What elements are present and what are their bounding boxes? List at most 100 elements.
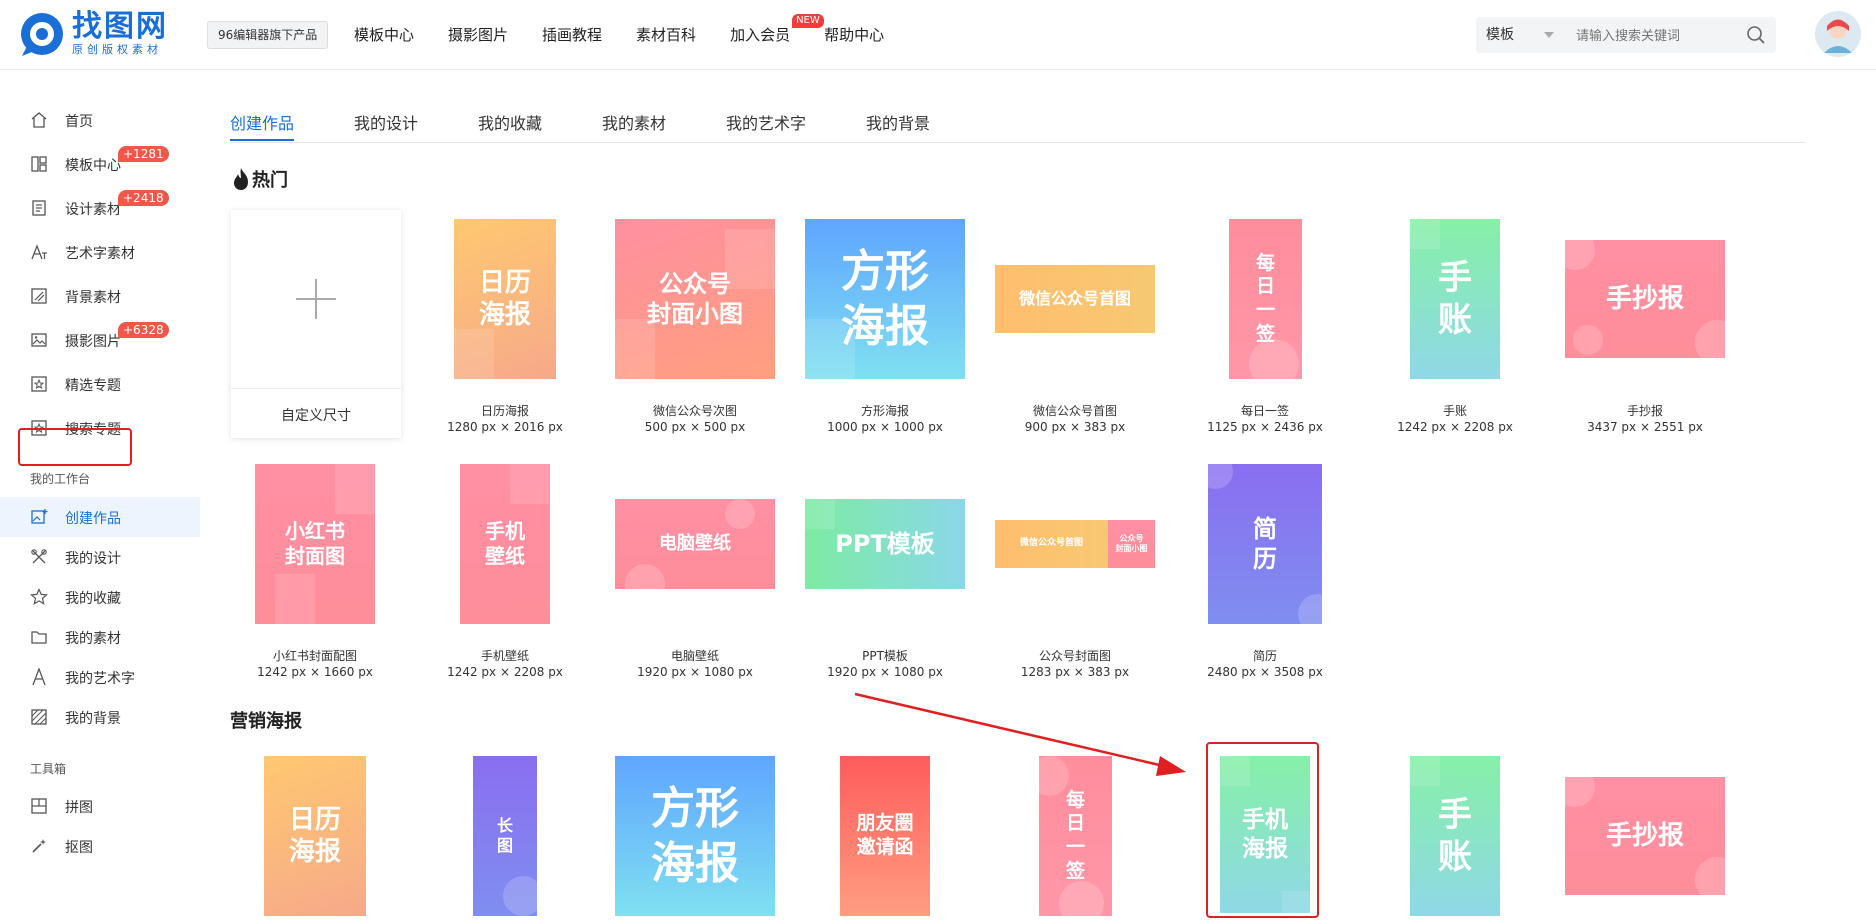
template-size: 1280 px × 2016 px <box>447 420 563 434</box>
nav-material-wiki[interactable]: 素材百科 <box>636 24 696 45</box>
logo-subtitle: 原创版权素材 <box>72 43 162 56</box>
template-name: 电脑壁纸 <box>670 649 719 663</box>
search-bar: 模板 <box>1476 17 1776 55</box>
texture-icon <box>31 709 47 725</box>
template-caption: 小红书封面配图 1242 px × 1660 px <box>220 648 410 680</box>
tab-my-background[interactable]: 我的背景 <box>866 110 930 134</box>
sidebar-item-my-design[interactable]: 我的设计 <box>0 537 200 577</box>
card-divider <box>231 388 401 389</box>
template-xiaohongshu-cover[interactable]: 小红书 封面图 <box>255 464 375 624</box>
chevron-down-icon[interactable] <box>1544 32 1554 38</box>
search-icon[interactable] <box>1746 25 1766 45</box>
template-calendar-poster[interactable]: 日历 海报 <box>454 219 556 379</box>
nav-photos[interactable]: 摄影图片 <box>448 24 508 45</box>
template-resume[interactable]: 简 历 <box>1208 464 1322 624</box>
marketing-long-image[interactable]: 长 图 <box>473 756 537 916</box>
template-caption: 公众号封面图 1283 px × 383 px <box>980 648 1170 680</box>
decoration <box>1410 756 1440 786</box>
template-thumb-text: 手 账 <box>1438 794 1472 878</box>
custom-size-card[interactable]: 自定义尺寸 <box>231 210 401 438</box>
template-square-poster[interactable]: 方形 海报 <box>805 219 965 379</box>
sidebar-item-design-material[interactable]: 设计素材 +2418 <box>0 188 200 228</box>
sidebar-item-featured-topic[interactable]: 精选专题 <box>0 364 200 404</box>
template-thumb-text: 手抄报 <box>1605 820 1684 851</box>
product-badge[interactable]: 96编辑器旗下产品 <box>207 21 329 49</box>
tab-my-material[interactable]: 我的素材 <box>602 110 666 134</box>
nav-template-center[interactable]: 模板中心 <box>354 24 414 45</box>
star-icon <box>30 588 48 605</box>
sidebar-item-my-art-text[interactable]: 我的艺术字 <box>0 657 200 697</box>
count-badge: +2418 <box>118 190 169 206</box>
decoration <box>1208 464 1233 489</box>
marketing-square-poster[interactable]: 方形 海报 <box>615 756 775 916</box>
template-size: 500 px × 500 px <box>644 420 746 434</box>
sidebar-item-template-center[interactable]: 模板中心 +1281 <box>0 144 200 184</box>
marketing-invitation[interactable]: 朋友圈 邀请函 <box>840 756 930 916</box>
decoration <box>1039 756 1069 796</box>
sidebar-item-my-material[interactable]: 我的素材 <box>0 617 200 657</box>
tab-create-work[interactable]: 创建作品 <box>230 110 294 134</box>
decoration <box>275 574 315 624</box>
template-thumb-text: 方形 海报 <box>841 246 929 352</box>
template-hand-newspaper[interactable]: 手抄报 <box>1565 240 1725 358</box>
template-desktop-wallpaper[interactable]: 电脑壁纸 <box>615 499 775 589</box>
sidebar-item-label: 模板中心 <box>65 158 121 174</box>
nav-join-vip-label: 加入会员 <box>730 26 791 44</box>
sidebar-item-my-background[interactable]: 我的背景 <box>0 697 200 737</box>
sidebar-item-label: 背景素材 <box>65 290 121 306</box>
template-thumb-text: 手机 壁纸 <box>485 519 525 568</box>
site-logo[interactable]: 找图网 原创版权素材 <box>18 10 168 58</box>
decoration <box>1059 881 1104 916</box>
sidebar-item-label: 摄影图片 <box>65 334 121 350</box>
template-official-cover-left[interactable]: 微信公众号首图 <box>995 520 1108 568</box>
marketing-calendar-poster[interactable]: 日历 海报 <box>264 756 366 916</box>
sidebar-item-label: 艺术字素材 <box>65 246 135 262</box>
nav-help-center[interactable]: 帮助中心 <box>824 24 884 45</box>
template-thumb-text: 简 历 <box>1253 515 1277 573</box>
template-size: 1242 px × 1660 px <box>257 665 373 679</box>
sidebar-item-cutout[interactable]: 抠图 <box>0 826 200 866</box>
sidebar-item-background[interactable]: 背景素材 <box>0 276 200 316</box>
decoration <box>335 464 375 514</box>
template-caption: 手账 1242 px × 2208 px <box>1360 403 1550 435</box>
search-input[interactable] <box>1574 17 1738 55</box>
home-icon <box>31 112 47 128</box>
sidebar-item-label: 我的收藏 <box>65 591 121 607</box>
decoration <box>510 464 550 504</box>
template-size: 2480 px × 3508 px <box>1207 665 1323 679</box>
template-thumb-text: 公众号 封面小图 <box>647 270 743 328</box>
tab-my-art-text[interactable]: 我的艺术字 <box>726 110 806 134</box>
sidebar-item-home[interactable]: 首页 <box>0 100 200 140</box>
sidebar-item-photos[interactable]: 摄影图片 +6328 <box>0 320 200 360</box>
marketing-hand-newspaper[interactable]: 手抄报 <box>1565 777 1725 895</box>
marketing-daily-sign[interactable]: 每 日 一 签 <box>1039 756 1112 916</box>
template-handbook[interactable]: 手 账 <box>1410 219 1500 379</box>
sidebar: 首页 模板中心 +1281 设计素材 +2418 艺术字素材 背景素材 摄影图片… <box>0 70 200 922</box>
template-wechat-header[interactable]: 微信公众号首图 <box>995 265 1155 333</box>
letter-a-icon <box>32 668 46 686</box>
template-size: 1283 px × 383 px <box>1020 665 1130 679</box>
template-official-cover-right[interactable]: 公众号 封面小图 <box>1108 520 1155 568</box>
template-ppt[interactable]: PPT模板 <box>805 499 965 589</box>
search-category-select[interactable]: 模板 <box>1486 17 1514 53</box>
sidebar-item-my-favorites[interactable]: 我的收藏 <box>0 577 200 617</box>
user-avatar[interactable] <box>1815 11 1861 57</box>
background-icon <box>31 288 47 304</box>
sidebar-item-collage[interactable]: 拼图 <box>0 786 200 826</box>
tab-my-design[interactable]: 我的设计 <box>354 110 418 134</box>
sidebar-item-create-work[interactable]: 创建作品 <box>0 497 200 537</box>
sidebar-item-label: 拼图 <box>65 800 93 816</box>
my-design-icon <box>31 549 47 564</box>
marketing-handbook[interactable]: 手 账 <box>1410 756 1500 916</box>
template-wechat-secondary[interactable]: 公众号 封面小图 <box>615 219 775 379</box>
nav-illustration-tutorial[interactable]: 插画教程 <box>542 24 602 45</box>
template-name: 方形海报 <box>860 404 909 418</box>
tab-my-favorites[interactable]: 我的收藏 <box>478 110 542 134</box>
sidebar-item-art-text[interactable]: 艺术字素材 <box>0 232 200 272</box>
template-size: 900 px × 383 px <box>1024 420 1126 434</box>
template-caption: 手机壁纸 1242 px × 2208 px <box>410 648 600 680</box>
nav-join-vip[interactable]: 加入会员 NEW <box>730 14 824 45</box>
template-daily-sign[interactable]: 每 日 一 签 <box>1229 219 1302 379</box>
template-name: 小红书封面配图 <box>272 649 357 663</box>
template-phone-wallpaper[interactable]: 手机 壁纸 <box>460 464 550 624</box>
